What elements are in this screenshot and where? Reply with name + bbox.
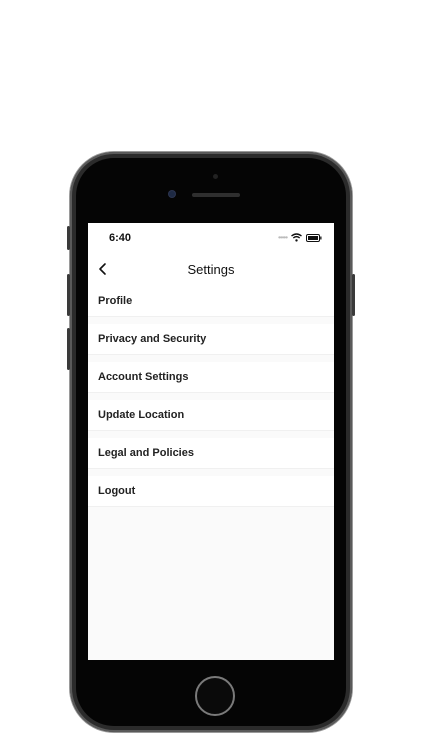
menu-item-account-settings[interactable]: Account Settings xyxy=(88,362,334,392)
menu-item-legal-policies[interactable]: Legal and Policies xyxy=(88,438,334,468)
menu-item-update-location[interactable]: Update Location xyxy=(88,400,334,430)
battery-icon xyxy=(306,233,322,242)
power-button xyxy=(352,274,355,316)
menu-item-profile[interactable]: Profile xyxy=(88,286,334,316)
status-bar: 6:40 ••••• xyxy=(88,223,334,251)
status-time: 6:40 xyxy=(109,232,132,244)
status-indicators: ••••• xyxy=(278,233,322,242)
settings-menu: Profile Privacy and Security Account Set… xyxy=(88,286,334,514)
navigation-bar: Settings xyxy=(88,251,334,289)
volume-down-button xyxy=(67,328,70,370)
proximity-sensor xyxy=(213,174,218,179)
signal-dots-icon: ••••• xyxy=(277,233,288,242)
volume-up-button xyxy=(67,274,70,316)
menu-item-logout[interactable]: Logout xyxy=(88,476,334,506)
menu-item-privacy-security[interactable]: Privacy and Security xyxy=(88,324,334,354)
mute-switch xyxy=(67,226,70,250)
earpiece-speaker xyxy=(192,193,240,197)
front-camera xyxy=(169,191,175,197)
wifi-icon xyxy=(291,233,302,242)
app-screen: 6:40 ••••• Settings Profile Privacy and … xyxy=(88,223,334,660)
page-title: Settings xyxy=(187,262,235,277)
home-button[interactable] xyxy=(195,676,235,716)
